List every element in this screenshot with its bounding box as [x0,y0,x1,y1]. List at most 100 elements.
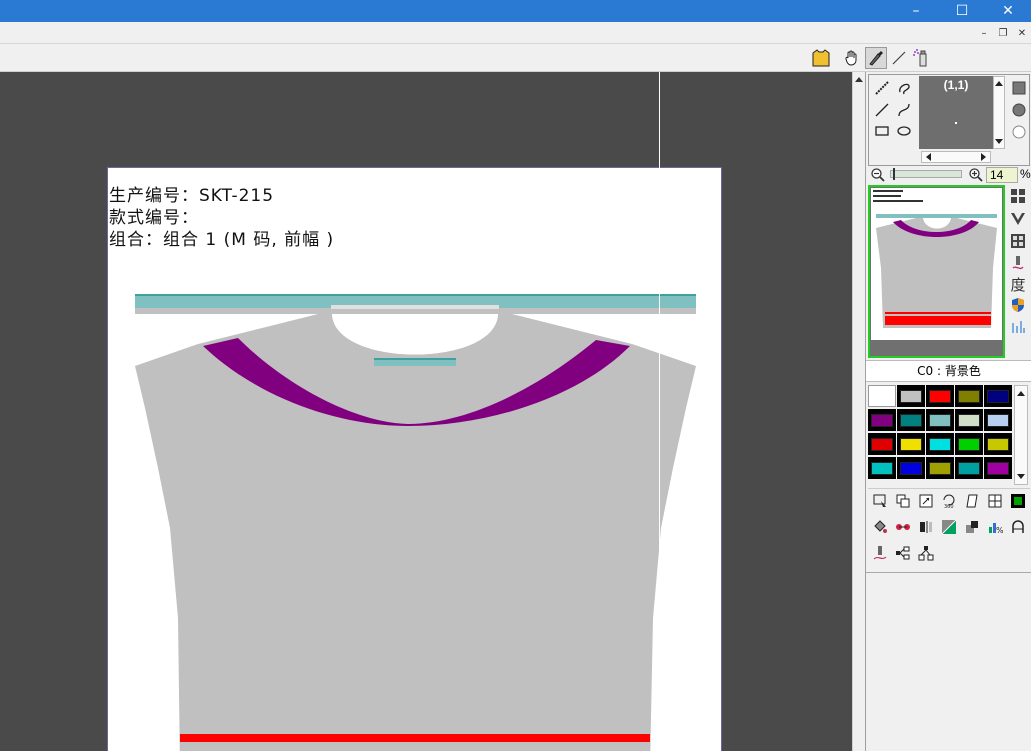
mdi-close-button[interactable]: ✕ [1014,26,1030,40]
stack-tool-icon[interactable] [962,517,982,537]
zoom-unit: % [1020,167,1031,181]
copy-tool-icon[interactable] [893,491,913,511]
degree-icon[interactable]: 度 [1008,274,1028,294]
scroll-left-icon[interactable] [923,152,933,162]
mirror-tool-icon[interactable] [916,517,936,537]
zoom-input[interactable] [986,167,1018,183]
brush-1x-icon[interactable] [872,78,892,98]
palette-swatch[interactable] [897,457,925,479]
close-button[interactable]: ✕ [985,0,1031,22]
garment-pattern[interactable] [108,168,723,751]
rectangle-tool-icon[interactable] [872,121,892,141]
zoom-out-icon[interactable] [868,165,888,185]
garment-shape-icon[interactable] [810,47,832,69]
palette-swatch-color [958,461,980,475]
palette-swatch[interactable] [955,385,983,407]
brush-hscrollbar[interactable] [921,151,991,163]
scroll-down-icon[interactable] [1015,471,1027,483]
v-neck-icon[interactable] [1008,209,1028,229]
palette-swatch-color [900,389,922,403]
palette-swatch[interactable] [984,409,1012,431]
drawing-tools-panel: (1,1) [868,74,1030,166]
bucket-fill-icon[interactable] [870,517,890,537]
lasso-tool-icon[interactable] [894,78,914,98]
palette-swatch[interactable] [955,433,983,455]
scale-tool-icon[interactable] [916,491,936,511]
zoom-slider[interactable] [890,168,962,180]
palette-swatch[interactable] [984,433,1012,455]
palette-swatch[interactable] [955,457,983,479]
mdi-minimize-button[interactable]: – [976,26,992,40]
palette-swatch[interactable] [984,457,1012,479]
split-tool-icon[interactable] [985,491,1005,511]
shield-icon[interactable] [1008,295,1028,315]
palette-swatch-color [929,413,951,427]
swap-colors-icon[interactable] [893,517,913,537]
zoom-slider-thumb[interactable] [893,168,895,180]
grid-view-icon[interactable] [1008,186,1028,206]
brush-preview[interactable]: (1,1) [919,76,993,149]
select-tool-icon[interactable] [870,491,890,511]
canvas-vertical-scrollbar[interactable] [852,72,865,751]
palette-swatch[interactable] [868,433,896,455]
palette-swatch[interactable] [897,409,925,431]
brush-scrollbar[interactable] [993,76,1005,149]
palette-swatch-color [987,437,1009,451]
color-palette [868,385,1030,485]
picker-tool-icon[interactable] [865,47,887,69]
mdi-restore-button[interactable]: ❐ [995,26,1011,40]
needle-icon[interactable] [1008,253,1028,273]
straight-line-icon[interactable] [872,100,892,120]
palette-swatch[interactable] [926,409,954,431]
scroll-up-icon[interactable] [853,72,865,86]
gradient-tool-icon[interactable] [939,517,959,537]
brush-dot [955,122,957,124]
arch-tool-icon[interactable] [1008,517,1028,537]
hierarchy-right-icon[interactable] [893,543,913,563]
palette-swatch[interactable] [984,385,1012,407]
curve-tool-icon[interactable] [894,100,914,120]
palette-swatch[interactable] [897,385,925,407]
zoom-in-icon[interactable] [966,165,986,185]
palette-swatch[interactable] [868,457,896,479]
hand-pan-icon[interactable] [841,47,863,69]
pattern-grid-icon[interactable] [1008,231,1028,251]
palette-swatch[interactable] [868,409,896,431]
zoom-bar: % [868,165,1031,185]
line-tool-icon[interactable] [888,47,910,69]
thumbnail-navigator[interactable] [868,185,1005,358]
palette-swatch-color [929,461,951,475]
palette-swatch[interactable] [897,433,925,455]
scroll-up-icon[interactable] [994,78,1004,88]
palette-swatch[interactable] [926,433,954,455]
scroll-right-icon[interactable] [979,152,989,162]
minimize-icon: – [912,3,920,19]
palette-swatch-color [871,413,893,427]
rotate-360-icon[interactable]: 360 [939,491,959,511]
bars-icon[interactable] [1008,317,1028,337]
minimize-button[interactable]: – [893,0,939,22]
palette-swatch[interactable] [926,385,954,407]
palette-swatch[interactable] [955,409,983,431]
scroll-up-icon[interactable] [1015,387,1027,399]
maximize-button[interactable]: ☐ [939,0,985,22]
ellipse-tool-icon[interactable] [894,121,914,141]
palette-scrollbar[interactable] [1014,385,1028,485]
edit-tools-panel: 360 % [868,488,1030,572]
hollow-brush-icon[interactable] [1009,122,1029,142]
round-brush-icon[interactable] [1009,100,1029,120]
palette-swatch-color [871,437,893,451]
scroll-down-icon[interactable] [994,137,1004,147]
palette-swatch[interactable] [926,457,954,479]
stitch-needle-icon[interactable] [870,543,890,563]
hierarchy-down-icon[interactable] [916,543,936,563]
palette-swatch[interactable] [868,385,896,407]
skew-tool-icon[interactable] [962,491,982,511]
spray-tool-icon[interactable] [910,47,932,69]
close-icon: ✕ [1002,3,1014,19]
square-brush-icon[interactable] [1009,78,1029,98]
percent-chart-icon[interactable]: % [985,517,1005,537]
svg-text:360: 360 [944,504,954,509]
canvas-area[interactable]: 生产编号：SKT-215 款式编号： 组合：组合 1 (M 码, 前幅 ) [0,72,852,751]
color-fill-icon[interactable] [1008,491,1028,511]
